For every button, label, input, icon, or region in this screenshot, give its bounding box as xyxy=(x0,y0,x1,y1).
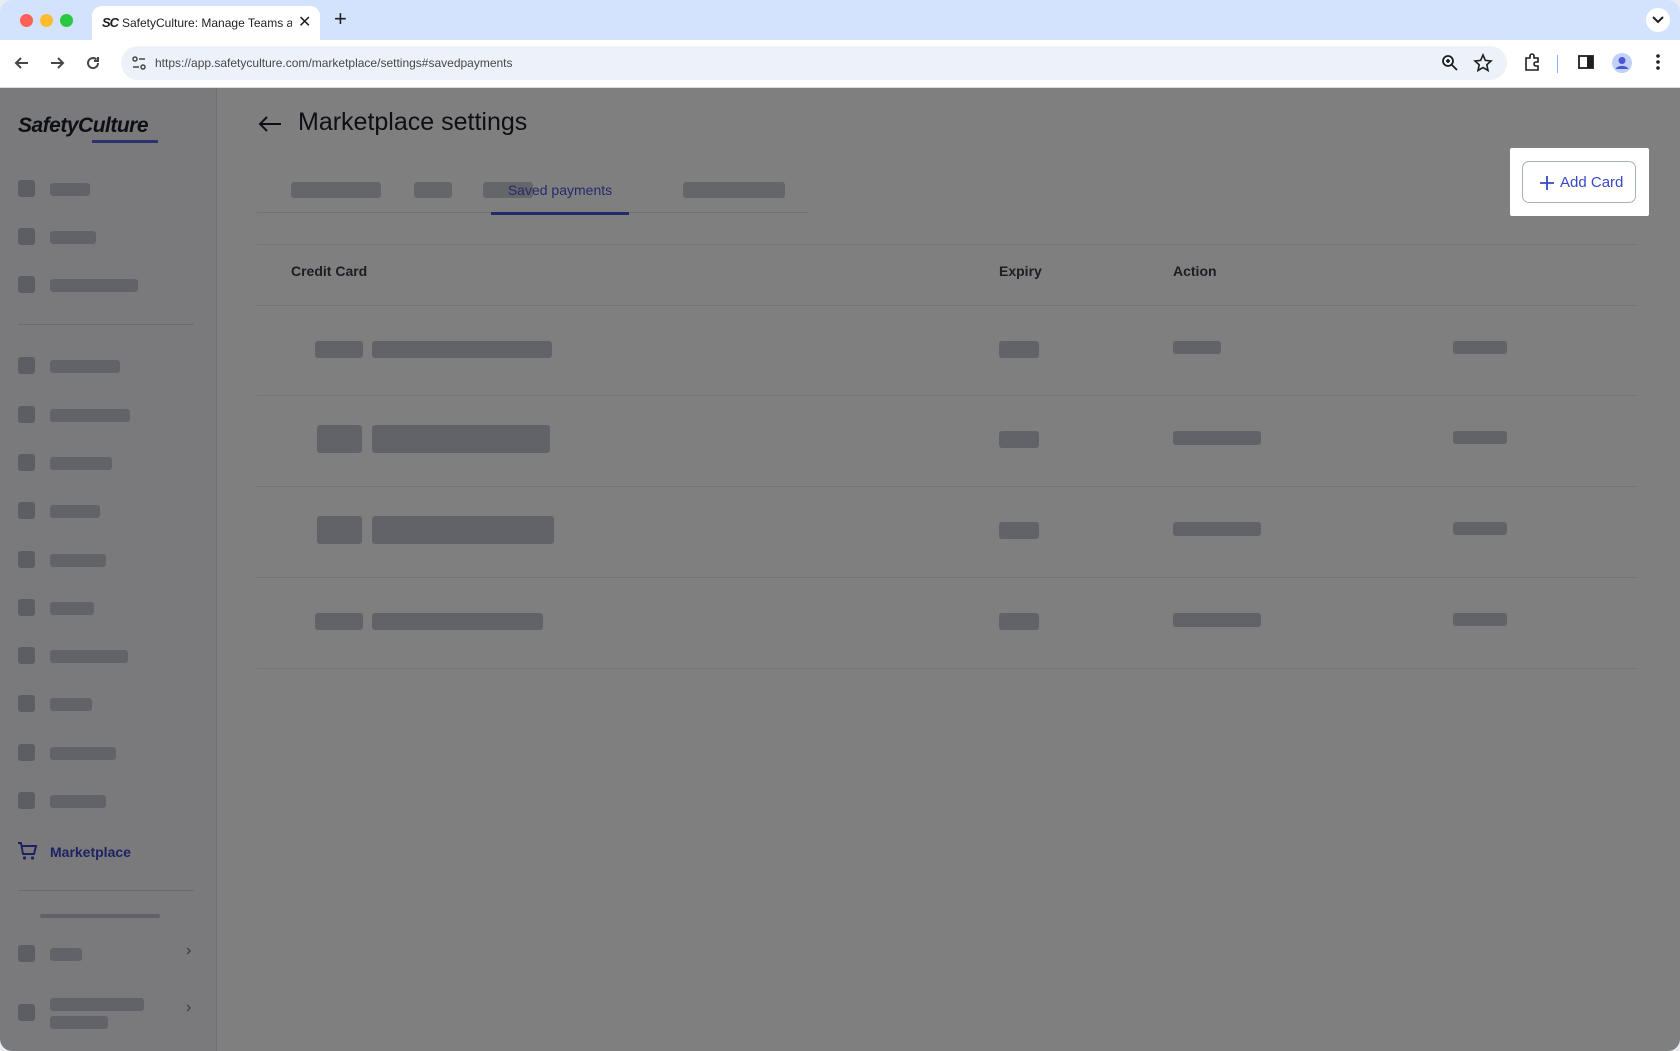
url-text: https://app.safetyculture.com/marketplac… xyxy=(155,56,513,70)
bookmark-star-icon[interactable] xyxy=(1473,53,1493,73)
add-card-label: Add Card xyxy=(1560,174,1624,191)
tab-strip: SC SafetyCulture: Manage Teams and... ✕ … xyxy=(0,0,1680,40)
maximize-window-button[interactable] xyxy=(60,14,73,27)
close-tab-icon[interactable]: ✕ xyxy=(298,12,311,32)
plus-icon xyxy=(1540,176,1554,190)
forward-icon[interactable] xyxy=(47,53,67,73)
minimize-window-button[interactable] xyxy=(40,14,53,27)
new-tab-button[interactable]: + xyxy=(334,6,347,32)
browser-window: SC SafetyCulture: Manage Teams and... ✕ … xyxy=(0,0,1680,1051)
favicon-icon: SC xyxy=(102,15,119,30)
tab-title: SafetyCulture: Manage Teams and... xyxy=(122,16,292,30)
zoom-icon[interactable] xyxy=(1441,54,1459,72)
address-bar[interactable]: https://app.safetyculture.com/marketplac… xyxy=(121,46,1507,80)
toolbar-divider xyxy=(1557,55,1558,73)
tab-search-button[interactable] xyxy=(1646,8,1670,32)
profile-icon[interactable] xyxy=(1611,52,1633,74)
menu-icon[interactable] xyxy=(1650,52,1666,72)
dim-overlay xyxy=(0,88,1680,1051)
chevron-down-icon xyxy=(1652,16,1664,24)
add-card-button[interactable]: Add Card xyxy=(1522,161,1636,203)
side-panel-icon[interactable] xyxy=(1576,52,1596,72)
reload-icon[interactable] xyxy=(83,53,103,73)
extensions-icon[interactable] xyxy=(1522,52,1542,72)
site-settings-icon[interactable] xyxy=(131,55,147,71)
close-window-button[interactable] xyxy=(20,14,33,27)
back-icon[interactable] xyxy=(12,53,32,73)
browser-tab[interactable]: SC SafetyCulture: Manage Teams and... ✕ xyxy=(92,6,320,40)
browser-toolbar: https://app.safetyculture.com/marketplac… xyxy=(0,40,1680,88)
